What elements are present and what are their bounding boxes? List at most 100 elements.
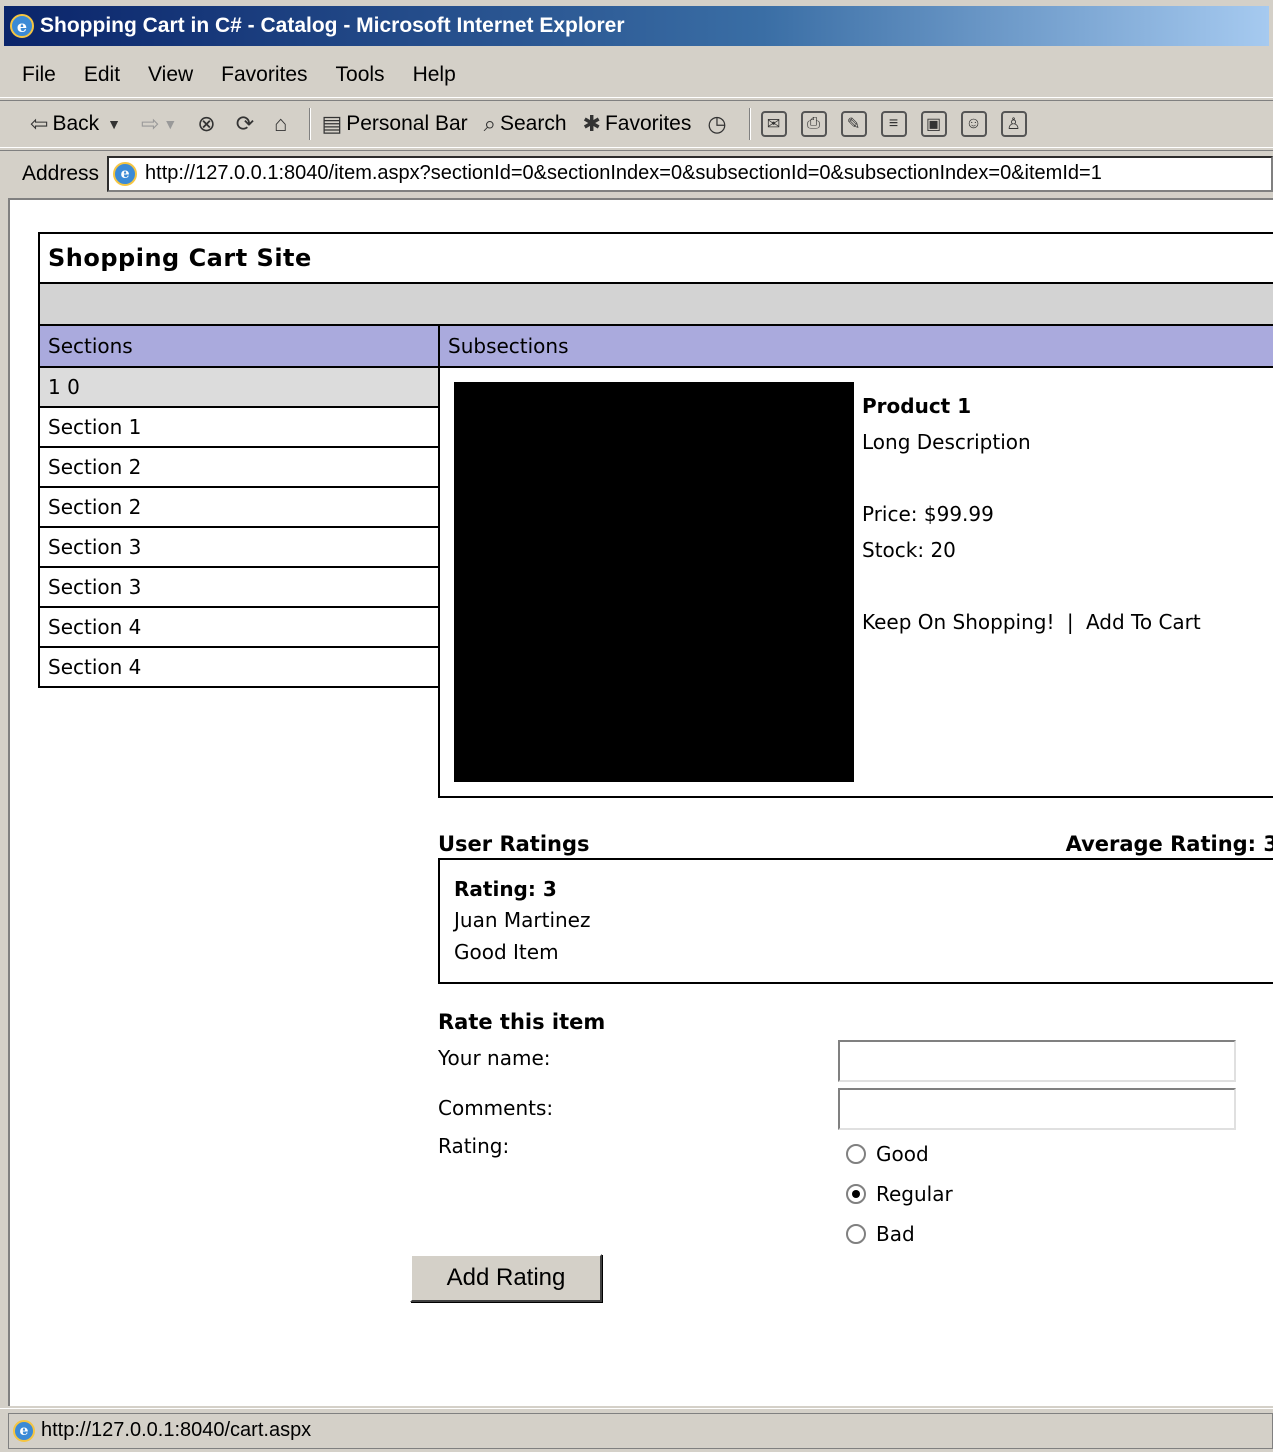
radio-button[interactable] [846,1184,866,1204]
section-item[interactable]: Section 2 [38,488,440,528]
status-bar: e http://127.0.0.1:8040/cart.aspx [0,1408,1273,1452]
section-item[interactable]: Section 3 [38,528,440,568]
menu-favorites[interactable]: Favorites [221,63,307,87]
ratings-header: User Ratings Average Rating: 3 [438,830,1273,860]
keep-shopping-link[interactable]: Keep On Shopping! [862,610,1055,634]
menu-help[interactable]: Help [413,63,456,87]
forward-button[interactable]: ⇨ ▼ [141,111,181,137]
home-icon: ⌂ [274,111,288,136]
name-input[interactable] [838,1040,1236,1082]
ratings-list: Rating: 3 Juan Martinez Good Item [438,860,1273,984]
related-icon[interactable]: ▣ [920,111,947,137]
site-header-band [38,284,1273,326]
user-icon[interactable]: ♙ [1000,111,1027,137]
ie-icon: e [10,14,34,38]
comments-label: Comments: [438,1096,554,1120]
status-text: http://127.0.0.1:8040/cart.aspx [41,1419,312,1441]
site-title: Shopping Cart Site [38,232,1273,284]
rating-label: Rating: [438,1134,510,1158]
discuss-icon[interactable]: ≡ [880,111,907,137]
section-item[interactable]: Section 2 [38,448,440,488]
search-label: Search [499,112,567,135]
address-input[interactable]: e http://127.0.0.1:8040/item.aspx?sectio… [107,155,1273,192]
back-label: Back [52,112,100,135]
section-item[interactable]: Section 4 [38,648,440,688]
mail-icon[interactable]: ✉ [760,111,787,137]
edit-icon[interactable]: ✎ [840,111,867,137]
menu-tools[interactable]: Tools [336,63,385,87]
toolbar-separator [748,108,751,140]
product-panel: Product 1 Long Description Price: $99.99… [438,368,1273,798]
product-info: Product 1 Long Description Price: $99.99… [862,388,1201,640]
chevron-down-icon: ▼ [107,116,121,132]
search-icon: ⌕ [483,111,496,136]
refresh-button[interactable]: ⟳ [236,111,258,137]
product-description: Long Description [862,430,1031,454]
favorites-icon: ✱ [582,111,601,136]
add-to-cart-link[interactable]: Add To Cart [1086,610,1201,634]
window-titlebar: e Shopping Cart in C# - Catalog - Micros… [0,0,1273,50]
user-ratings-title: User Ratings [438,832,590,856]
radio-regular[interactable]: Regular [846,1182,953,1206]
page-icon: e [113,161,138,186]
favorites-button[interactable]: ✱ Favorites [583,111,692,137]
personal-bar-icon: ▤ [321,111,343,136]
rating-user: Juan Martinez [454,908,591,932]
section-item[interactable]: Section 1 [38,408,440,448]
section-item[interactable]: Section 3 [38,568,440,608]
window-title: Shopping Cart in C# - Catalog - Microsof… [40,14,625,37]
section-item[interactable]: 1 0 [38,368,440,408]
back-button[interactable]: ⇦ Back ▼ [30,111,125,137]
radio-bad[interactable]: Bad [846,1222,915,1246]
radio-good-label: Good [876,1142,929,1166]
search-button[interactable]: ⌕ Search [484,111,567,137]
home-button[interactable]: ⌂ [274,111,291,137]
add-rating-button[interactable]: Add Rating [410,1254,602,1302]
back-arrow-icon: ⇦ [30,111,49,136]
product-actions: Keep On Shopping! | Add To Cart [862,604,1201,640]
stop-button[interactable]: ⊗ [197,111,219,137]
titlebar-background: e Shopping Cart in C# - Catalog - Micros… [4,6,1269,46]
subsections-header: Subsections [438,326,1273,368]
status-field: e http://127.0.0.1:8040/cart.aspx [8,1412,1273,1449]
refresh-icon: ⟳ [235,111,255,136]
radio-good[interactable]: Good [846,1142,929,1166]
product-image [454,382,854,782]
comments-input[interactable] [838,1088,1236,1130]
menu-file[interactable]: File [22,63,56,87]
sections-header: Sections [38,326,440,368]
menu-view[interactable]: View [148,63,193,87]
sections-panel: Sections 1 0 Section 1 Section 2 Section… [38,326,440,688]
radio-button[interactable] [846,1144,866,1164]
address-bar: Address e http://127.0.0.1:8040/item.asp… [0,150,1273,196]
messenger-icon[interactable]: ☺ [960,111,987,137]
average-rating: Average Rating: 3 [1065,832,1273,856]
address-url: http://127.0.0.1:8040/item.aspx?sectionI… [145,162,1102,184]
personal-bar-button[interactable]: ▤ Personal Bar [321,111,467,137]
toolbar: ⇦ Back ▼ ⇨ ▼ ⊗ ⟳ ⌂ ▤ Personal Bar ⌕ Sear… [0,100,1273,148]
radio-regular-label: Regular [876,1182,953,1206]
page-icon: e [13,1419,35,1442]
history-icon: ◷ [707,111,727,136]
personal-bar-label: Personal Bar [346,112,468,135]
name-label: Your name: [438,1046,551,1070]
link-separator: | [1066,610,1074,634]
menu-edit[interactable]: Edit [84,63,120,87]
history-button[interactable]: ◷ [707,111,730,137]
stop-icon: ⊗ [197,111,216,136]
forward-arrow-icon: ⇨ [140,111,160,136]
page-content: Shopping Cart Site Sections 1 0 Section … [8,198,1273,1406]
product-stock: Stock: 20 [862,538,956,562]
radio-bad-label: Bad [876,1222,915,1246]
favorites-label: Favorites [604,112,692,135]
print-icon[interactable]: ⎙ [800,111,827,137]
product-name: Product 1 [862,394,972,418]
toolbar-separator [309,108,312,140]
chevron-down-icon: ▼ [163,116,178,132]
radio-button[interactable] [846,1224,866,1244]
product-price: Price: $99.99 [862,502,994,526]
address-label: Address [22,161,100,185]
rating-comment: Good Item [454,940,559,964]
rate-form-title: Rate this item [438,1010,606,1034]
section-item[interactable]: Section 4 [38,608,440,648]
